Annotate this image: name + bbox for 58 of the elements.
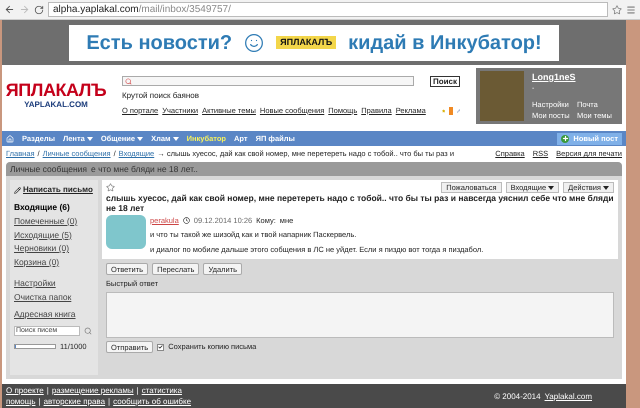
banner-ad[interactable]: Есть новости? ЯПЛАКАЛЪ кидай в Инкубатор!: [69, 24, 559, 60]
panel-title-overflow: е что мне бляди не 18 лет..: [91, 162, 198, 176]
footer-separator: |: [38, 396, 41, 407]
pencil-icon[interactable]: [456, 106, 460, 114]
footer-link[interactable]: авторские права: [44, 396, 106, 407]
banner-text: Есть новости?: [86, 30, 232, 56]
folder-link[interactable]: Черновики (0): [14, 242, 94, 255]
star-icon[interactable]: [442, 106, 446, 114]
footer-separator: |: [136, 385, 139, 396]
clock-icon: [182, 217, 190, 224]
footer-link[interactable]: О проекте: [6, 385, 44, 396]
menu-icon[interactable]: [626, 4, 636, 14]
banner-text: кидай в Инкубатор!: [348, 30, 542, 56]
pencil-icon: [14, 186, 21, 194]
site-logo[interactable]: ЯПЛАКАЛЪ: [6, 81, 106, 99]
address-book-link[interactable]: Адресная книга: [14, 308, 94, 321]
star-icon[interactable]: [612, 4, 622, 14]
caret-icon: [603, 186, 609, 190]
folder-link[interactable]: Помеченные (0): [14, 214, 94, 228]
caret-icon: [86, 136, 93, 140]
compose-link[interactable]: Написать письмо: [23, 184, 93, 196]
folder-link[interactable]: Исходящие (5): [14, 228, 94, 242]
footer-link[interactable]: статистика: [142, 385, 182, 396]
smiley-icon: [244, 32, 264, 52]
avatar-placeholder: [106, 215, 146, 249]
address-bar[interactable]: alpha.yaplakal.com/mail/inbox/3549757/: [48, 2, 608, 17]
home-icon[interactable]: [6, 134, 14, 142]
star-icon[interactable]: [106, 183, 115, 192]
folder-link[interactable]: Корзина (0): [14, 256, 94, 269]
search-hint[interactable]: Крутой поиск баянов: [122, 90, 460, 102]
sidebar-tool-link[interactable]: Настройки: [14, 276, 94, 290]
search-icon[interactable]: [84, 327, 92, 335]
username-link[interactable]: Long1neS: [532, 70, 618, 84]
caret-icon: [172, 136, 179, 140]
footer-link[interactable]: сообщить об ошибке: [113, 396, 192, 407]
footer-separator: |: [108, 396, 110, 407]
footer-link[interactable]: Yaplakal.com: [544, 391, 592, 408]
reload-icon[interactable]: [34, 4, 44, 14]
logo-subtitle: YAPLAKAL.COM: [24, 99, 88, 111]
message-subject: слышь хуесос, дай как свой номер, мне перетереть надо с тобой.. что бы ты раз и навсегда уяснил себе что мне бляди не 18 лет: [106, 193, 614, 213]
sidebar-tool-link[interactable]: Очистка папок: [14, 290, 94, 304]
search-button[interactable]: Поиск: [430, 76, 460, 87]
copyright: © 2004-2014: [494, 391, 541, 403]
avatar-placeholder: [480, 71, 524, 121]
back-icon[interactable]: [4, 4, 15, 15]
banner-logo: ЯПЛАКАЛЪ: [276, 36, 336, 50]
plus-icon: [561, 134, 570, 142]
footer-link[interactable]: размещение рекламы: [52, 385, 134, 396]
folder-link[interactable]: Входящие (6): [14, 201, 94, 214]
search-field[interactable]: [122, 76, 414, 86]
footer-separator: |: [46, 385, 49, 396]
search-icon: [125, 78, 132, 85]
panel-title: Личные сообщения: [10, 162, 87, 176]
caret-icon: [548, 186, 554, 190]
rss-icon[interactable]: [449, 106, 453, 114]
caret-icon: [137, 136, 144, 140]
checkbox[interactable]: [157, 344, 164, 350]
footer-link[interactable]: помощь: [6, 396, 36, 407]
